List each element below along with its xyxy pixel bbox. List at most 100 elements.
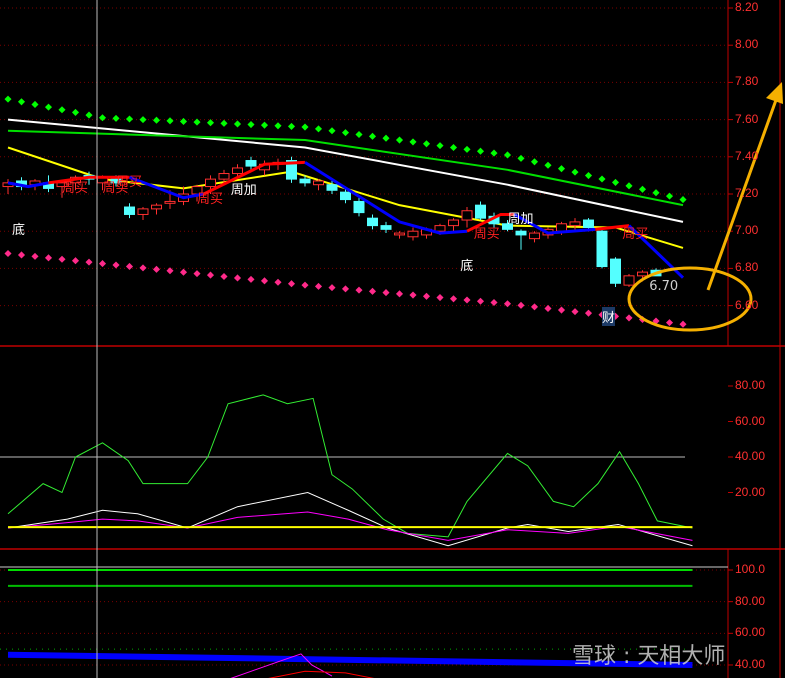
chart-annotation: 周加: [230, 182, 257, 198]
chart-annotation: 6.70: [649, 279, 679, 294]
sar-dot-upper: [179, 117, 188, 125]
candle-down: [475, 204, 486, 219]
sar-dot-lower: [179, 268, 188, 276]
sar-dot-upper: [530, 158, 539, 166]
sar-dot-lower: [287, 280, 296, 288]
sar-dot-lower: [436, 294, 444, 302]
sar-dot-upper: [611, 178, 620, 186]
sar-dot-upper: [98, 114, 107, 122]
osc-line-green: [7, 394, 693, 538]
sar-dot-upper: [206, 119, 215, 127]
sar-dot-lower: [4, 249, 12, 258]
sar-dot-upper: [503, 151, 512, 159]
sar-dot-lower: [58, 255, 66, 263]
candle-down: [515, 230, 527, 236]
candle-up: [529, 232, 540, 240]
trend-line-segment: [7, 181, 49, 189]
chart-canvas[interactable]: [0, 0, 785, 678]
candle-up: [151, 204, 162, 210]
candle-down: [245, 160, 257, 167]
sar-dot-upper: [274, 122, 282, 130]
sar-dot-lower: [625, 314, 633, 322]
candle-up: [218, 173, 230, 180]
y-tick-label: 80.00: [735, 593, 766, 608]
chart-annotation: 周买: [197, 191, 224, 207]
sar-dot-upper: [652, 189, 660, 197]
sar-dot-upper: [584, 172, 593, 180]
sar-dot-upper: [409, 138, 417, 146]
candle-up: [434, 225, 446, 232]
sar-dot-lower: [409, 291, 417, 299]
candle-up: [137, 208, 149, 215]
sar-dot-lower: [463, 296, 471, 304]
sar-dot-upper: [422, 140, 431, 148]
highlight-ellipse: [627, 266, 753, 332]
sar-dot-upper: [287, 122, 296, 130]
sar-dot-upper: [233, 120, 242, 128]
sar-dot-upper: [449, 143, 458, 152]
sar-dot-upper: [166, 117, 174, 125]
chart-annotation: 财: [602, 306, 616, 326]
candle-down: [610, 258, 621, 284]
candle-up: [461, 210, 473, 221]
sar-dot-lower: [584, 309, 593, 317]
arrow-head-icon: [766, 82, 783, 104]
sar-dot-upper: [58, 106, 66, 114]
y-tick-label: 20.00: [735, 484, 766, 499]
candle-up: [205, 178, 216, 188]
sar-dot-lower: [314, 282, 323, 290]
sar-dot-lower: [328, 284, 336, 292]
sar-dot-lower: [395, 290, 404, 298]
sar-dot-upper: [638, 185, 647, 193]
candle-up: [623, 275, 635, 286]
sar-dot-upper: [260, 121, 269, 129]
y-tick-label: 6.80: [735, 260, 759, 275]
sar-dot-upper: [517, 154, 525, 162]
candle-up: [407, 230, 419, 238]
y-tick-label: 40.00: [735, 656, 766, 671]
sar-dot-lower: [139, 264, 147, 272]
watermark: 雪球 : 天相大师: [572, 644, 726, 669]
candle-up: [637, 271, 648, 277]
sar-dot-upper: [193, 118, 201, 126]
candle-down: [596, 230, 608, 268]
candle-down: [340, 191, 351, 201]
sar-dot-upper: [395, 136, 404, 144]
y-tick-label: 100.0: [735, 562, 766, 576]
sar-dot-lower: [341, 285, 350, 293]
sar-dot-upper: [544, 161, 552, 169]
y-tick-label: 6.60: [735, 297, 759, 312]
candle-down: [380, 225, 392, 230]
y-tick-label: 40.00: [735, 449, 766, 463]
sar-dot-upper: [598, 175, 606, 183]
chart-annotation: 周买: [116, 175, 143, 191]
sar-dot-lower: [301, 281, 309, 289]
sar-dot-lower: [233, 274, 242, 282]
sar-dot-upper: [112, 114, 120, 122]
sar-dot-upper: [17, 98, 26, 106]
sar-dot-upper: [328, 127, 336, 135]
sar-dot-upper: [71, 108, 80, 116]
sar-dot-upper: [382, 134, 390, 142]
candle-up: [313, 180, 324, 186]
sar-dot-upper: [679, 196, 687, 204]
chart-annotation: 底: [12, 223, 26, 239]
sar-dot-lower: [247, 275, 255, 283]
sar-dot-lower: [449, 295, 458, 303]
sar-dot-upper: [463, 145, 471, 153]
sar-dot-upper: [125, 115, 134, 123]
y-tick-label: 60.00: [735, 625, 766, 640]
sar-dot-upper: [436, 142, 444, 150]
sar-dot-upper: [341, 129, 350, 137]
sar-dot-lower: [503, 300, 512, 308]
y-tick-label: 8.20: [735, 0, 759, 14]
sar-dot-upper: [220, 119, 228, 127]
y-tick-label: 7.20: [735, 186, 759, 200]
y-tick-label: 7.80: [735, 74, 759, 89]
sar-dot-upper: [476, 147, 485, 155]
sar-dot-lower: [98, 260, 107, 268]
sar-dot-lower: [112, 261, 120, 269]
sar-dot-upper: [314, 125, 323, 133]
candle-down: [583, 219, 594, 228]
candle-down: [353, 200, 365, 214]
